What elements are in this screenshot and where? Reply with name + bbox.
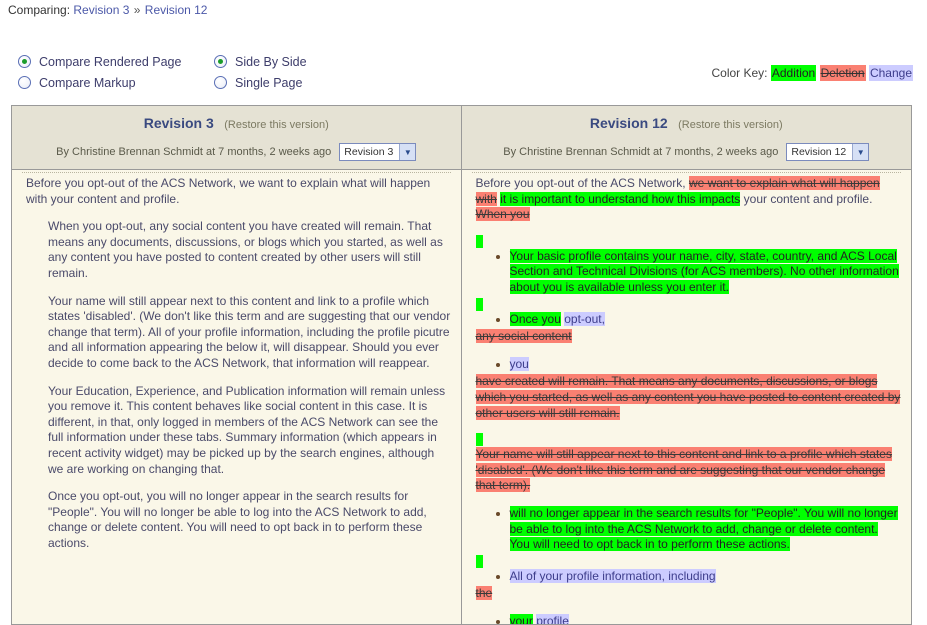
view-mode-group: Side By Side Single Page (214, 52, 307, 94)
radio-icon-single-page[interactable] (214, 76, 227, 89)
diff-deletion: have created will remain. That means any… (476, 374, 901, 419)
revision-body-left: Before you opt-out of the ACS Network, w… (12, 170, 461, 624)
paragraph: Once you opt-out, you will no longer app… (48, 489, 451, 551)
diff-bullet-list: Your basic profile contains your name, c… (476, 249, 902, 296)
diff-change: profile (536, 614, 569, 624)
list-item: will no longer appear in the search resu… (510, 506, 902, 553)
option-compare-markup[interactable]: Compare Markup (18, 73, 181, 92)
diff-gutter-marker (476, 555, 483, 568)
diff-paragraph: the (476, 586, 902, 602)
diff-deletion: Your name will still appear next to this… (476, 447, 892, 492)
revision-select-value-left: Revision 3 (344, 146, 399, 158)
restore-version-link-left[interactable]: (Restore this version) (224, 119, 329, 131)
option-single-page[interactable]: Single Page (214, 73, 307, 92)
diff-gutter-marker (476, 433, 483, 446)
revision-header-right: Revision 12 (Restore this version) By Ch… (462, 106, 912, 170)
diff-addition: your (510, 614, 533, 624)
document-content-left: Before you opt-out of the ACS Network, w… (26, 176, 451, 551)
diff-bullet-list: your profile (476, 614, 902, 624)
color-key-label: Color Key: (711, 66, 767, 80)
list-item: Once you opt-out, (510, 312, 902, 328)
revision-panel-left: Revision 3 (Restore this version) By Chr… (12, 106, 462, 624)
revision-panel-right: Revision 12 (Restore this version) By Ch… (462, 106, 912, 624)
document-content-right: Before you opt-out of the ACS Network, w… (476, 176, 902, 624)
revision-header-left: Revision 3 (Restore this version) By Chr… (12, 106, 461, 170)
diff-addition: will no longer appear in the search resu… (510, 506, 898, 551)
color-key-change-swatch: Change (869, 65, 913, 81)
revision-select-right[interactable]: Revision 12 ▼ (786, 143, 869, 161)
diff-change: you (510, 357, 529, 371)
chevron-down-icon[interactable]: ▼ (399, 144, 415, 160)
diff-addition: Your basic profile contains your name, c… (510, 249, 899, 294)
diff-gutter-marker (476, 298, 483, 311)
diff-bullet-list: Once you opt-out, (476, 312, 902, 328)
option-side-by-side[interactable]: Side By Side (214, 52, 307, 71)
diff-paragraph: Before you opt-out of the ACS Network, w… (476, 176, 902, 223)
list-item: you (510, 357, 902, 373)
diff-deletion: When you (476, 207, 530, 221)
paragraph: Your Education, Experience, and Publicat… (48, 384, 451, 478)
diff-bullet-list: will no longer appear in the search resu… (476, 506, 902, 553)
diff-bullet-list: you (476, 357, 902, 373)
color-key-deletion-swatch: Deletion (820, 65, 866, 81)
diff-change: All of your profile information, includi… (510, 569, 716, 583)
color-key-addition-swatch: Addition (771, 65, 816, 81)
diff-paragraph: have created will remain. That means any… (476, 374, 902, 421)
color-key: Color Key: Addition Deletion Change (711, 66, 913, 80)
diff-deletion: any social content (476, 329, 572, 343)
compare-mode-group: Compare Rendered Page Compare Markup (18, 52, 181, 94)
diff-deletion: the (476, 586, 493, 600)
comparing-to-link[interactable]: Revision 12 (145, 3, 208, 17)
diff-gutter-marker (476, 235, 483, 248)
option-label: Compare Rendered Page (39, 55, 181, 69)
option-label: Compare Markup (39, 76, 136, 90)
list-item: All of your profile information, includi… (510, 569, 902, 585)
restore-version-link-right[interactable]: (Restore this version) (678, 119, 783, 131)
revision-title-right: Revision 12 (590, 115, 668, 131)
comparing-prefix: Comparing: (8, 3, 70, 17)
revision-byline-left: By Christine Brennan Schmidt at 7 months… (56, 146, 331, 158)
diff-change: opt-out, (564, 312, 605, 326)
diff-plain: your content and profile. (744, 192, 873, 206)
diff-bullet-list: All of your profile information, includi… (476, 569, 902, 585)
radio-icon-compare-rendered-page[interactable] (18, 55, 31, 68)
option-compare-rendered-page[interactable]: Compare Rendered Page (18, 52, 181, 71)
list-item: Your basic profile contains your name, c… (510, 249, 902, 296)
revision-compare-container: Revision 3 (Restore this version) By Chr… (11, 105, 912, 625)
radio-icon-compare-markup[interactable] (18, 76, 31, 89)
diff-addition: Once you (510, 312, 561, 326)
comparing-from-link[interactable]: Revision 3 (73, 3, 129, 17)
option-label: Single Page (235, 76, 302, 90)
revision-body-right: Before you opt-out of the ACS Network, w… (462, 170, 912, 624)
revision-select-left[interactable]: Revision 3 ▼ (339, 143, 416, 161)
comparing-arrow: » (133, 3, 142, 17)
chevron-down-icon[interactable]: ▼ (852, 144, 868, 160)
paragraph: Your name will still appear next to this… (48, 294, 451, 372)
paragraph: When you opt-out, any social content you… (48, 219, 451, 281)
diff-paragraph: Your name will still appear next to this… (476, 447, 902, 494)
revision-title-left: Revision 3 (144, 115, 214, 131)
radio-icon-side-by-side[interactable] (214, 55, 227, 68)
diff-addition: it is important to understand how this i… (500, 192, 740, 206)
revision-byline-right: By Christine Brennan Schmidt at 7 months… (503, 146, 778, 158)
diff-paragraph: any social content (476, 329, 902, 345)
revision-select-value-right: Revision 12 (791, 146, 852, 158)
breadcrumb-comparing: Comparing: Revision 3 » Revision 12 (8, 3, 207, 17)
paragraph: Before you opt-out of the ACS Network, w… (26, 176, 451, 207)
diff-plain: Before you opt-out of the ACS Network, (476, 176, 689, 190)
list-item: your profile (510, 614, 902, 624)
option-label: Side By Side (235, 55, 307, 69)
